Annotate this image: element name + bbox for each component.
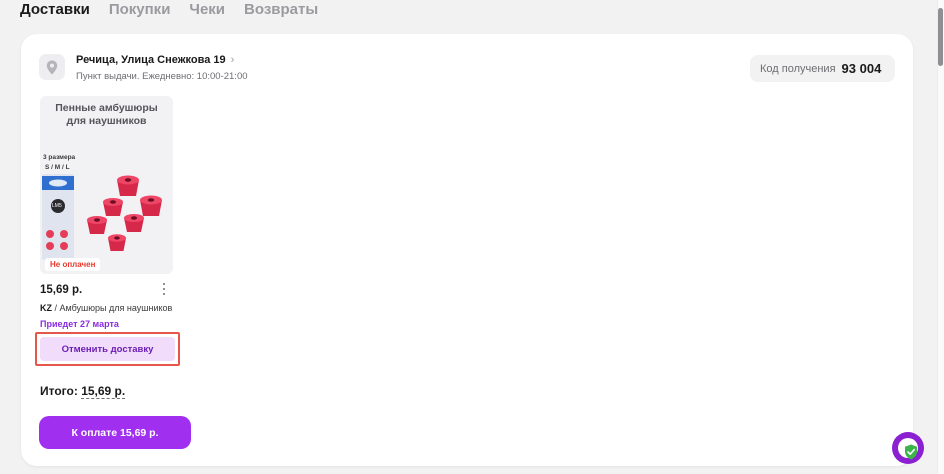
tab-purchases[interactable]: Покупки xyxy=(109,0,171,22)
product-title[interactable]: KZ / Амбушюры для наушников xyxy=(40,303,175,313)
total-value[interactable]: 15,69 р. xyxy=(81,384,126,399)
arrival-date: Приедет 27 марта xyxy=(40,319,119,329)
cancel-delivery-button[interactable]: Отменить доставку xyxy=(40,337,175,361)
product-price: 15,69 р. xyxy=(40,284,83,296)
ear-tip-group xyxy=(87,175,162,251)
tab-receipts[interactable]: Чеки xyxy=(189,0,225,22)
chevron-right-icon: › xyxy=(230,54,235,66)
tab-returns[interactable]: Возвраты xyxy=(244,0,318,22)
seller-name: KZ xyxy=(40,303,52,313)
map-pin-icon xyxy=(39,54,65,80)
total-label: Итого: xyxy=(40,384,78,398)
title-separator: / xyxy=(52,303,60,313)
scrollbar-thumb[interactable] xyxy=(938,8,943,66)
pickup-code-label: Код получения xyxy=(760,62,836,75)
shield-check-icon xyxy=(905,444,917,460)
support-widget[interactable] xyxy=(892,432,924,464)
pickup-address-link[interactable]: Речица, Улица Снежкова 19 › xyxy=(76,54,234,66)
product-image[interactable]: 3 размера S / M / L LM5 Пенные амбушюры д… xyxy=(40,96,173,274)
highlight-frame: Отменить доставку xyxy=(35,332,180,366)
status-badge: Не оплачен xyxy=(45,258,101,271)
pickup-hours: Пункт выдачи. Ежедневно: 10:00-21:00 xyxy=(76,71,248,82)
pay-button[interactable]: К оплате 15,69 р. xyxy=(39,416,191,449)
tab-bar: Доставки Покупки Чеки Возвраты xyxy=(20,0,318,22)
pickup-code-box: Код получения 93 004 xyxy=(750,55,895,82)
tab-deliveries[interactable]: Доставки xyxy=(20,0,90,22)
delivery-card: Речица, Улица Снежкова 19 › Пункт выдачи… xyxy=(21,34,913,466)
kebab-menu-icon[interactable] xyxy=(159,282,169,296)
product-name: Амбушюры для наушников xyxy=(59,303,173,313)
scrollbar[interactable] xyxy=(937,0,944,474)
pickup-code-value: 93 004 xyxy=(841,61,882,76)
order-total: Итого: 15,69 р. xyxy=(40,384,126,399)
image-pack-label: LM5 xyxy=(52,203,62,209)
image-sizes-caption: 3 размера xyxy=(43,154,76,161)
image-title: Пенные амбушюры для наушников xyxy=(55,102,158,127)
pickup-address: Речица, Улица Снежкова 19 xyxy=(76,54,226,66)
image-sizes: S / M / L xyxy=(45,164,70,171)
